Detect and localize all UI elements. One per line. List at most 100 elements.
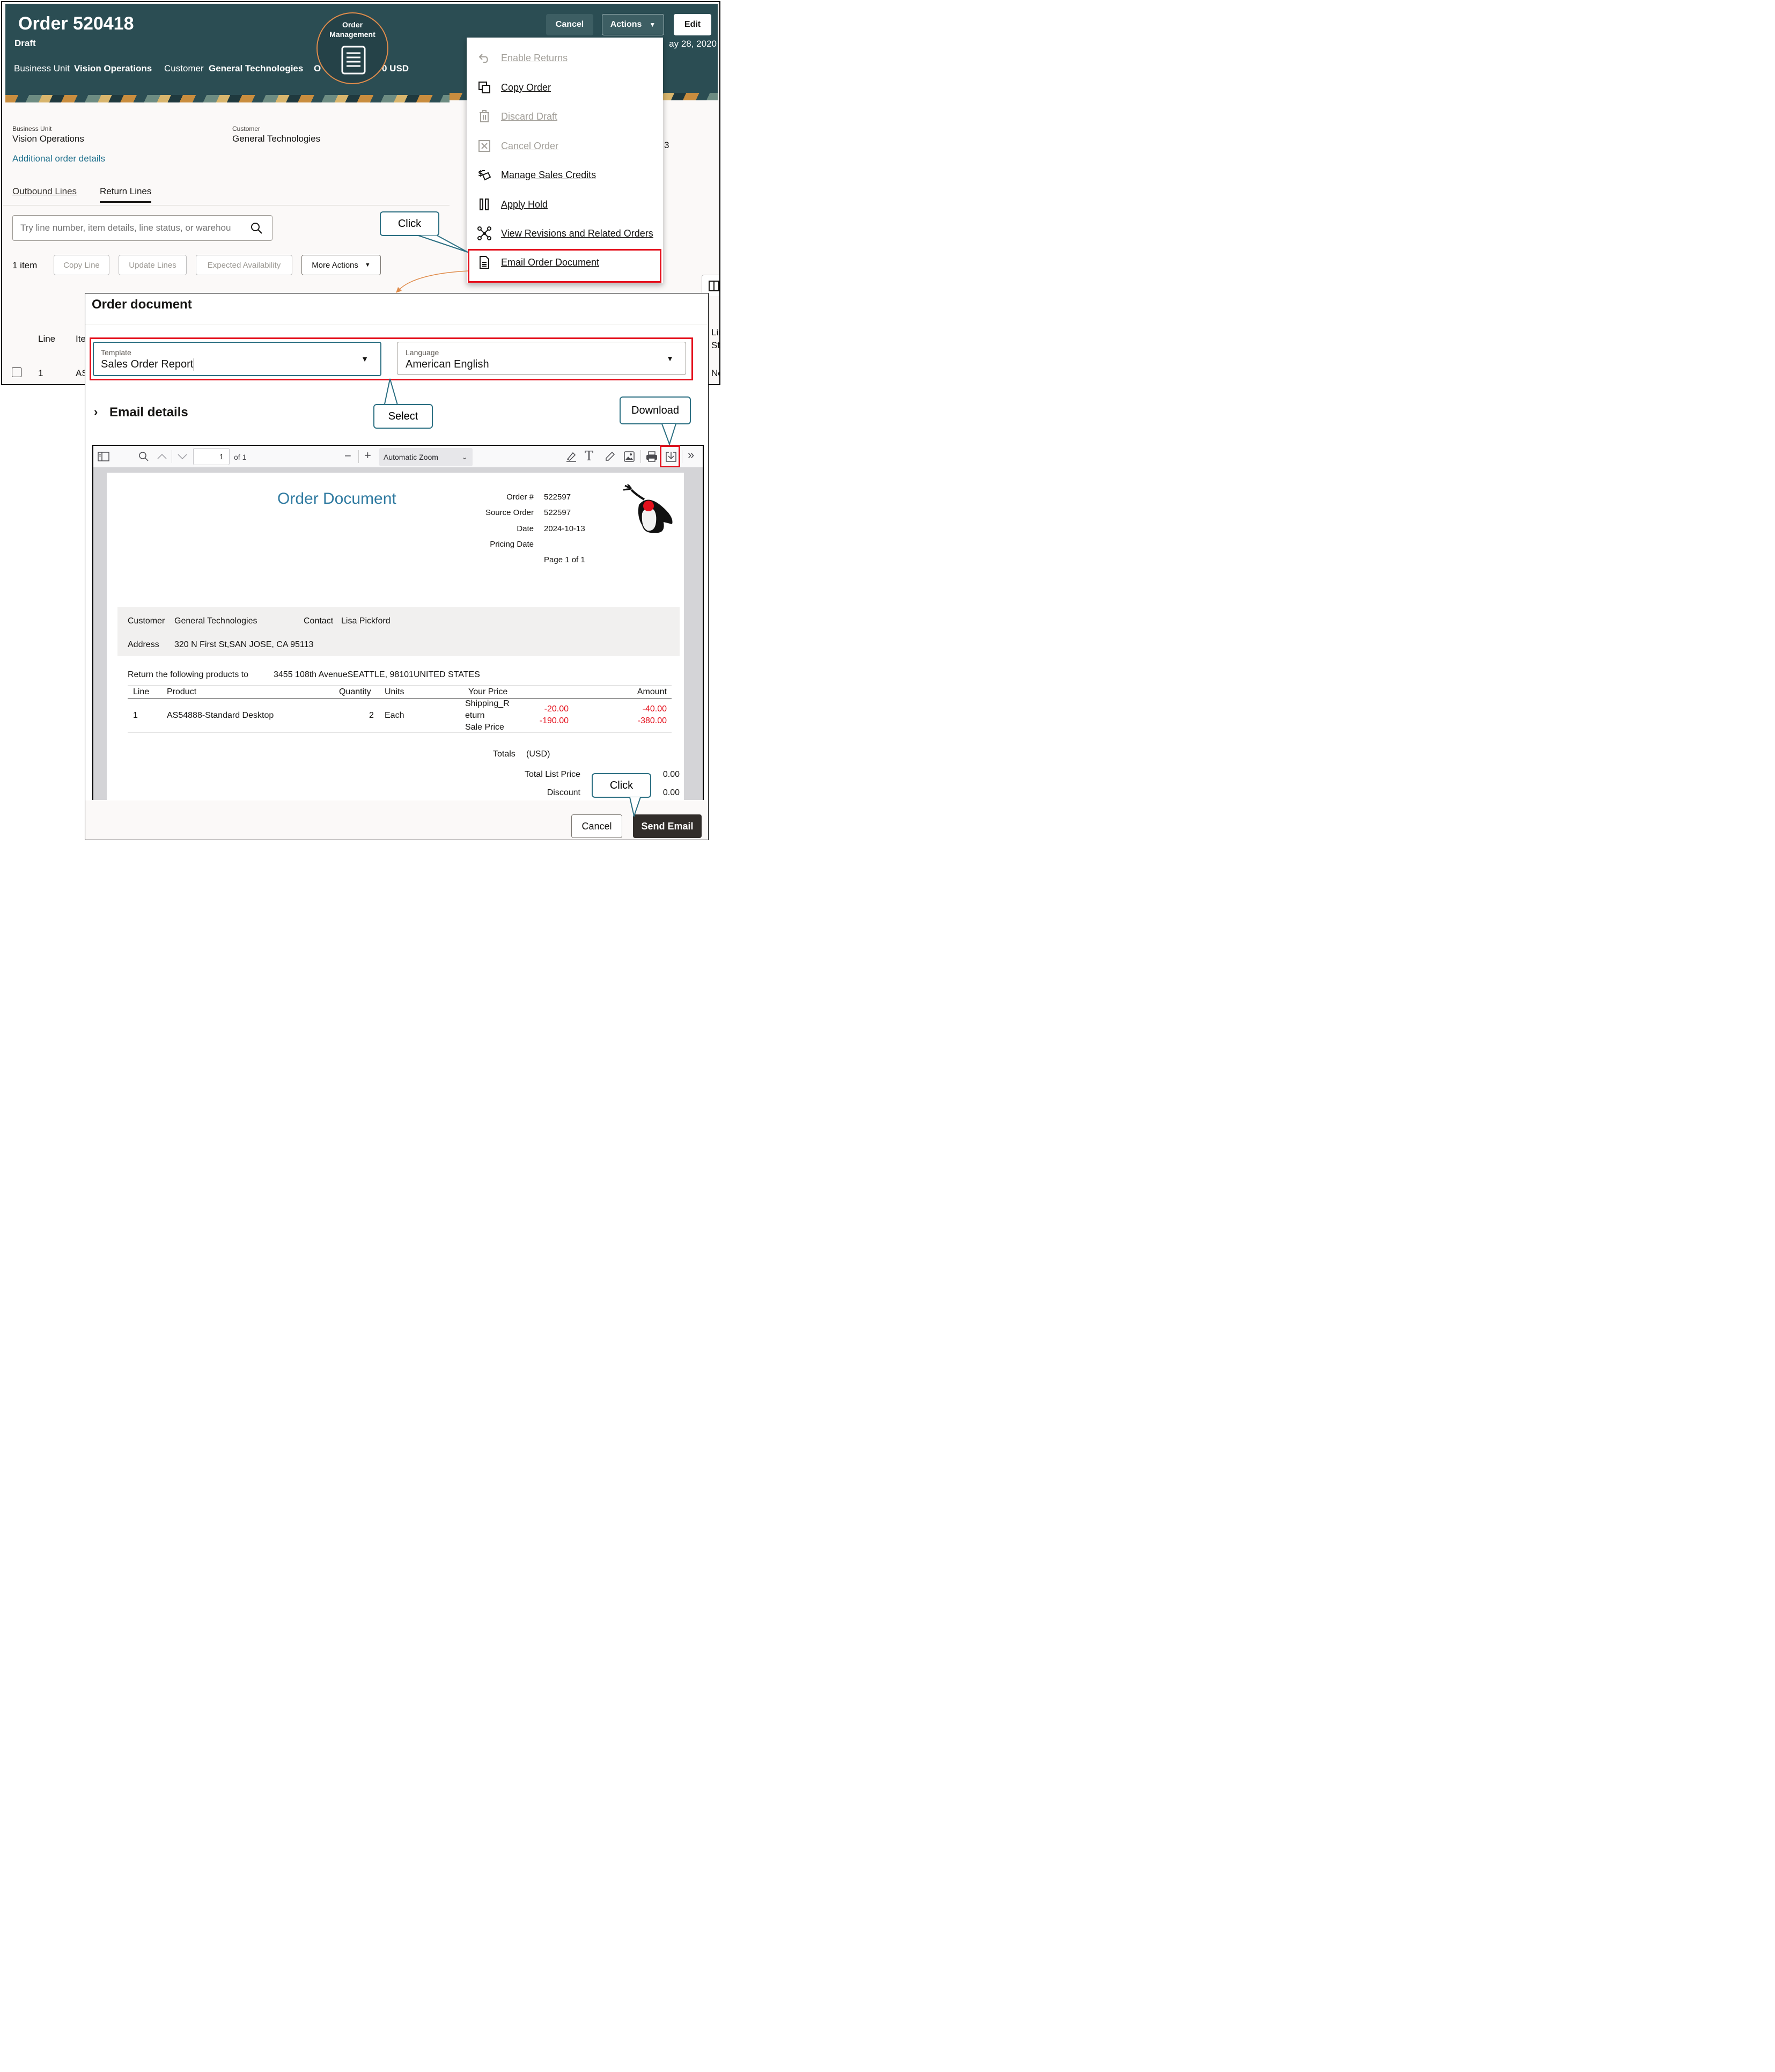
chevron-up-icon[interactable]	[157, 453, 167, 460]
tab-outbound-lines[interactable]: Outbound Lines	[12, 186, 77, 197]
header-customer-value: General Technologies	[209, 63, 304, 74]
highlight-pen-icon[interactable]	[565, 451, 577, 462]
customer-value: General Technologies	[174, 616, 257, 626]
more-tools-icon[interactable]: »	[688, 448, 694, 462]
update-lines-button[interactable]: Update Lines	[119, 255, 187, 275]
cancel-button[interactable]: Cancel	[546, 14, 593, 35]
dialog-cancel-button[interactable]: Cancel	[571, 814, 622, 838]
doc-row-price-desc-3: Sale Price	[465, 723, 504, 732]
actions-button[interactable]: Actions ▼	[602, 14, 664, 35]
doc-row-price-1: -20.00	[544, 704, 569, 714]
undo-arrow-icon	[478, 54, 488, 63]
return-to-value: 3455 108th AvenueSEATTLE, 98101UNITED ST…	[274, 670, 480, 679]
callout-click-send: Click	[592, 773, 651, 798]
image-icon[interactable]	[623, 451, 635, 462]
menu-item-label: Apply Hold	[501, 199, 548, 210]
chevron-down-icon[interactable]	[177, 453, 188, 460]
menu-item-label: Discard Draft	[501, 111, 558, 122]
item-count: 1 item	[12, 260, 38, 270]
sidebar-toggle-icon[interactable]	[98, 452, 109, 461]
doc-col-quantity: Quantity	[339, 687, 371, 696]
return-to-label: Return the following products to	[128, 670, 249, 679]
chevron-right-icon[interactable]: ›	[94, 405, 98, 419]
header-total-fragment-left: O	[314, 63, 321, 74]
dialog-title: Order document	[92, 297, 192, 312]
copy-line-button[interactable]: Copy Line	[54, 255, 109, 275]
additional-details-link[interactable]: Additional order details	[12, 153, 105, 164]
doc-col-units: Units	[385, 687, 404, 696]
highlight-template-language	[90, 337, 693, 380]
meta-source-value: 522597	[544, 508, 571, 517]
actions-label: Actions	[610, 20, 642, 29]
doc-row-amount-1: -40.00	[642, 704, 667, 714]
header-decorative-pattern	[5, 95, 450, 102]
expected-availability-button[interactable]: Expected Availability	[196, 255, 292, 275]
menu-item-manage-sales-credits[interactable]: $ Manage Sales Credits	[467, 164, 663, 186]
zoom-value: Automatic Zoom	[384, 453, 438, 461]
search-input[interactable]	[19, 222, 247, 234]
customer-label: Customer	[128, 616, 165, 626]
callout-select: Select	[373, 404, 433, 429]
search-icon[interactable]	[138, 451, 149, 462]
badge-line2: Management	[329, 30, 375, 39]
more-actions-label: More Actions	[312, 260, 358, 270]
contact-value: Lisa Pickford	[341, 616, 391, 626]
callout-pointer	[418, 235, 468, 253]
menu-item-cancel-order[interactable]: Cancel Order	[467, 135, 663, 157]
total-list-price-value: 0.00	[662, 770, 680, 779]
menu-item-enable-returns[interactable]: Enable Returns	[467, 47, 663, 69]
draw-pen-icon[interactable]	[604, 451, 616, 462]
zoom-in-icon[interactable]: +	[364, 449, 371, 462]
menu-item-copy-order[interactable]: Copy Order	[467, 77, 663, 98]
pdf-page: Order Document Order # 522597 Source Ord…	[107, 473, 684, 800]
print-icon[interactable]	[646, 451, 658, 462]
edit-button[interactable]: Edit	[674, 14, 711, 35]
zoom-out-icon[interactable]: −	[344, 449, 351, 463]
doc-row-units: Each	[385, 711, 404, 720]
doc-col-line: Line	[133, 687, 150, 696]
send-email-button[interactable]: Send Email	[633, 814, 702, 838]
total-list-price-label: Total List Price	[524, 770, 580, 779]
tab-return-lines[interactable]: Return Lines	[100, 186, 152, 203]
menu-item-label: Manage Sales Credits	[501, 169, 596, 180]
highlight-download	[660, 445, 680, 468]
network-icon	[477, 226, 491, 240]
zoom-select[interactable]: Automatic Zoom ⌄	[379, 448, 473, 466]
row-line: 1	[38, 368, 43, 378]
search-icon[interactable]	[250, 222, 263, 234]
highlight-email-order-document	[468, 249, 661, 283]
customer-label: Customer	[232, 125, 261, 133]
more-actions-button[interactable]: More Actions ▼	[301, 255, 381, 275]
header-bu-value: Vision Operations	[74, 63, 152, 74]
row-checkbox[interactable]	[12, 368, 21, 377]
header-date-fragment: ay 28, 2020	[669, 39, 717, 49]
address-value: 320 N First St,SAN JOSE, CA 95113	[174, 640, 314, 649]
col-header-status-top: Lin	[711, 327, 719, 337]
email-details-header[interactable]: Email details	[109, 405, 188, 420]
header-total-fragment-right: 0 USD	[382, 63, 409, 74]
doc-row-line: 1	[133, 711, 138, 720]
page-number-input[interactable]: 1	[193, 448, 230, 465]
pdf-toolbar: 1 of 1 − + Automatic Zoom ⌄ T »	[92, 445, 704, 468]
doc-col-your-price: Your Price	[468, 687, 508, 696]
pdf-viewer-area[interactable]: Order Document Order # 522597 Source Ord…	[92, 467, 704, 800]
discount-value: 0.00	[662, 788, 680, 797]
menu-item-discard-draft[interactable]: Discard Draft	[467, 106, 663, 127]
bu-value: Vision Operations	[12, 134, 84, 144]
columns-icon	[709, 281, 719, 291]
bu-label: Business Unit	[12, 125, 52, 133]
contact-label: Contact	[304, 616, 334, 626]
meta-order-label: Order #	[506, 493, 534, 502]
toolbar-separator	[358, 450, 359, 463]
pause-icon	[480, 199, 489, 210]
cancel-box-icon	[478, 140, 490, 152]
doc-col-amount: Amount	[637, 687, 667, 696]
toolbar-separator	[640, 450, 641, 463]
copy-icon	[478, 82, 490, 93]
text-tool-icon[interactable]: T	[585, 449, 593, 464]
line-search-field[interactable]	[12, 215, 272, 241]
menu-item-view-revisions[interactable]: View Revisions and Related Orders	[467, 223, 663, 244]
order-management-badge: Order Management	[316, 12, 388, 84]
menu-item-apply-hold[interactable]: Apply Hold	[467, 194, 663, 215]
page-count: of 1	[234, 453, 247, 461]
